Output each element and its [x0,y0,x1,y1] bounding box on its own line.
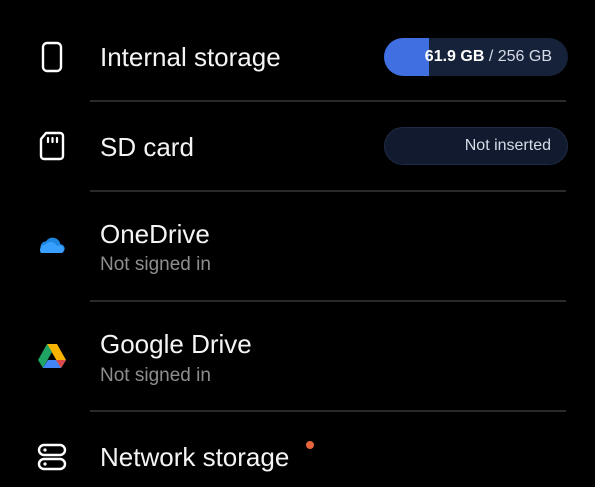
google-drive-row[interactable]: Google Drive Not signed in [0,302,595,410]
google-drive-icon [36,340,68,372]
google-drive-subtitle: Not signed in [100,365,211,386]
sd-card-row[interactable]: SD card Not inserted [0,102,595,190]
usage-text: 61.9 GB / 256 GB [425,38,552,76]
sd-card-icon [36,130,68,162]
network-storage-icon [36,441,68,473]
usage-separator: / [484,48,498,65]
sd-card-title: SD card [100,132,194,162]
internal-storage-row[interactable]: Internal storage 61.9 GB / 256 GB [0,0,595,100]
network-storage-title: Network storage [100,442,290,472]
sd-card-status: Not inserted [464,137,551,154]
phone-icon [36,41,68,73]
used-amount: 61.9 GB [424,48,485,65]
internal-storage-title: Internal storage [100,42,281,72]
network-storage-row[interactable]: Network storage [0,412,595,487]
google-drive-title: Google Drive [100,329,252,359]
sd-card-status-pill: Not inserted [384,127,568,165]
onedrive-title: OneDrive [100,219,210,249]
internal-storage-usage-bar: 61.9 GB / 256 GB [384,38,568,76]
total-amount: 256 GB [497,48,552,65]
onedrive-subtitle: Not signed in [100,254,211,275]
onedrive-icon [36,230,68,262]
onedrive-row[interactable]: OneDrive Not signed in [0,192,595,300]
usage-bar-fill [384,38,429,76]
notification-dot [306,441,314,449]
